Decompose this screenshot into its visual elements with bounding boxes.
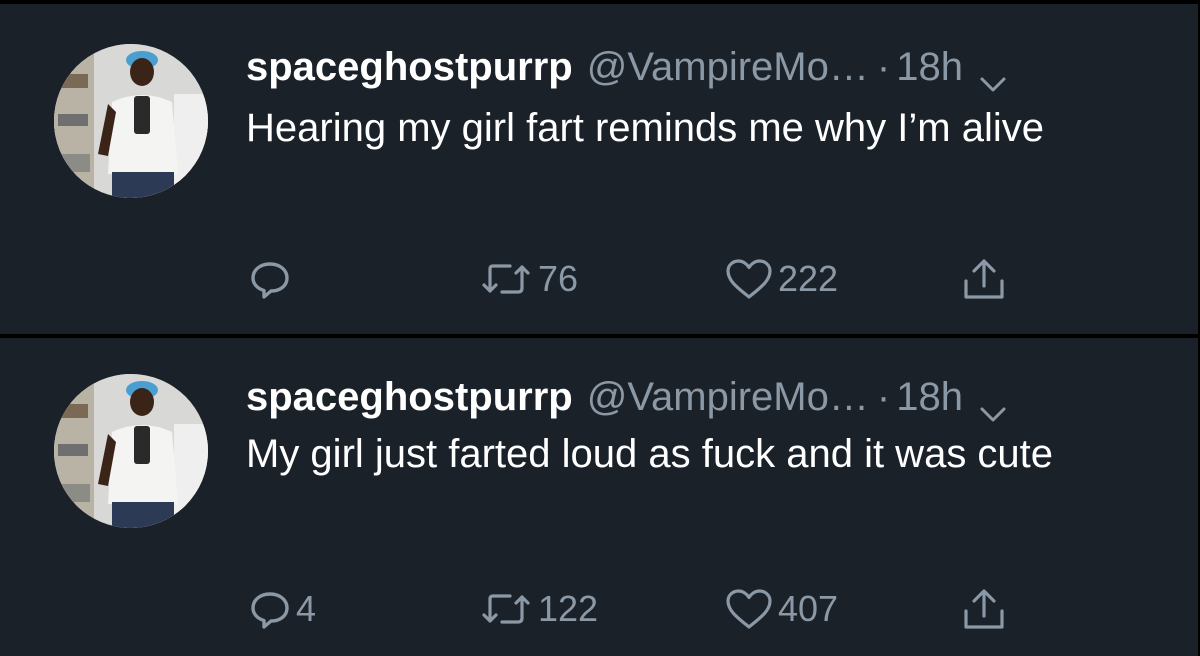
- reply-icon: [248, 257, 292, 301]
- share-icon: [958, 587, 1010, 631]
- chevron-down-icon[interactable]: [979, 387, 1007, 422]
- avatar[interactable]: [54, 374, 208, 528]
- tweet[interactable]: spaceghostpurrp @VampireMo… · 18h My gir…: [0, 338, 1198, 656]
- action-bar: 76 222: [0, 254, 1198, 304]
- chevron-down-icon[interactable]: [979, 57, 1007, 92]
- display-name[interactable]: spaceghostpurrp: [246, 372, 573, 422]
- retweet-icon: [478, 257, 534, 301]
- reply-button[interactable]: [248, 254, 296, 304]
- action-bar: 4 122 407: [0, 584, 1198, 634]
- reply-count: 4: [296, 588, 317, 629]
- share-button[interactable]: [958, 584, 1010, 634]
- retweet-count: 122: [538, 588, 599, 629]
- reply-button[interactable]: 4: [248, 584, 316, 634]
- like-count: 222: [778, 258, 839, 299]
- tweet-feed: spaceghostpurrp @VampireMo… · 18h Hearin…: [0, 0, 1200, 656]
- reply-icon: [248, 587, 292, 631]
- retweet-count: 76: [538, 258, 579, 299]
- avatar-photo: [54, 374, 208, 528]
- timestamp[interactable]: 18h: [896, 42, 963, 92]
- retweet-icon: [478, 587, 534, 631]
- user-handle[interactable]: @VampireMo…: [587, 42, 869, 92]
- retweet-button[interactable]: 122: [478, 584, 598, 634]
- like-button[interactable]: 222: [724, 254, 838, 304]
- heart-icon: [724, 257, 774, 301]
- tweet-text: Hearing my girl fart reminds me why I’m …: [246, 106, 1044, 150]
- tweet-header: spaceghostpurrp @VampireMo… · 18h: [246, 42, 1007, 92]
- like-button[interactable]: 407: [724, 584, 838, 634]
- share-icon: [958, 257, 1010, 301]
- share-button[interactable]: [958, 254, 1010, 304]
- display-name[interactable]: spaceghostpurrp: [246, 42, 573, 92]
- tweet-text: My girl just farted loud as fuck and it …: [246, 432, 1054, 476]
- tweet-header: spaceghostpurrp @VampireMo… · 18h: [246, 372, 1007, 422]
- timestamp[interactable]: 18h: [896, 372, 963, 422]
- avatar[interactable]: [54, 44, 208, 198]
- retweet-button[interactable]: 76: [478, 254, 578, 304]
- heart-icon: [724, 587, 774, 631]
- separator-dot: ·: [876, 45, 891, 89]
- separator-dot: ·: [876, 375, 891, 419]
- like-count: 407: [778, 588, 839, 629]
- user-handle[interactable]: @VampireMo…: [587, 372, 869, 422]
- tweet[interactable]: spaceghostpurrp @VampireMo… · 18h Hearin…: [0, 4, 1198, 334]
- avatar-photo: [54, 44, 208, 198]
